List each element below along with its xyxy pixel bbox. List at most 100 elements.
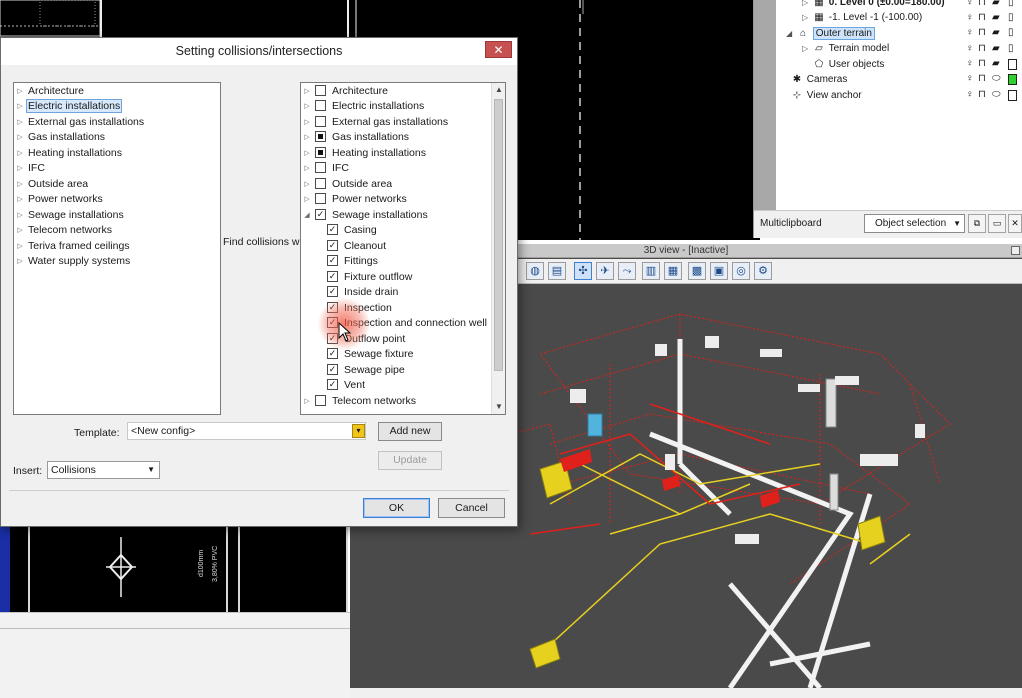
expand-icon[interactable]: ▷	[802, 10, 812, 25]
tree-row-toggles[interactable]: ♀ ⊓ ▰ ▯	[966, 0, 1022, 11]
tree-subitem[interactable]: ✓ Casing	[325, 223, 379, 238]
color-swatch[interactable]	[1008, 90, 1017, 101]
tree-item[interactable]: ▷ Heating installations	[301, 146, 428, 161]
bulb-icon[interactable]: ♀	[966, 27, 974, 38]
tree-item[interactable]: ▷ Outside area	[301, 177, 394, 192]
tree-row-toggles[interactable]: ♀ ⊓ ▰	[966, 57, 1022, 72]
tree-item[interactable]: ▷ Architecture	[301, 84, 390, 99]
layer-icon[interactable]: ▰	[992, 43, 1000, 54]
tree-row-toggles[interactable]: ♀ ⊓ ▰ ▯	[966, 26, 1022, 41]
edit-icon[interactable]: ▯	[1008, 0, 1014, 8]
expand-icon[interactable]: ▷	[802, 41, 812, 56]
expand-icon[interactable]: ▷	[301, 130, 313, 145]
delete-button[interactable]: ✕	[1008, 214, 1022, 233]
edit-icon[interactable]: ▯	[1008, 12, 1014, 23]
tree-item[interactable]: ▷ Gas installations	[301, 130, 411, 145]
list-item[interactable]: ▷ Heating installations	[14, 146, 124, 161]
paste-button[interactable]: ▭	[988, 214, 1006, 233]
checkbox-checked[interactable]: ✓	[327, 316, 338, 328]
tree-row-toggles[interactable]: ♀ ⊓ ▰ ▯	[966, 11, 1022, 26]
color-swatch[interactable]	[1008, 74, 1017, 85]
cad-drawing-bottom[interactable]: d100mm 3,80% PVC	[0, 527, 348, 612]
edit-icon[interactable]: ▯	[1008, 43, 1014, 54]
tree-subitem[interactable]: ✓ Sewage pipe	[325, 363, 407, 378]
orbit-icon[interactable]: ✣	[574, 262, 592, 280]
bulb-icon[interactable]: ♀	[966, 73, 974, 84]
section-icon[interactable]: ▦	[664, 262, 682, 280]
lock-icon[interactable]: ⊓	[978, 0, 986, 8]
lock-icon[interactable]: ⊓	[978, 89, 986, 100]
expand-icon[interactable]: ▷	[301, 146, 313, 161]
tree-subitem[interactable]: ✓ Sewage fixture	[325, 347, 415, 362]
expand-icon[interactable]: ▷	[301, 394, 313, 409]
render-icon[interactable]: ◍	[526, 262, 544, 280]
tree-subitem[interactable]: ✓ Inside drain	[325, 285, 400, 300]
checkbox-partial[interactable]	[315, 146, 326, 158]
list-item[interactable]: ▷ Gas installations	[14, 130, 107, 145]
expand-icon[interactable]: ▷	[802, 0, 812, 10]
checkbox-checked[interactable]: ✓	[327, 223, 338, 235]
cancel-button[interactable]: Cancel	[438, 498, 505, 518]
update-button[interactable]: Update	[378, 451, 442, 470]
checkbox[interactable]	[315, 192, 326, 204]
expand-icon[interactable]: ▷	[14, 254, 26, 269]
checkbox[interactable]	[315, 177, 326, 189]
checkbox-checked[interactable]: ✓	[327, 332, 338, 344]
expand-icon[interactable]: ▷	[14, 177, 26, 192]
walk-icon[interactable]: ⤳	[618, 262, 636, 280]
lock-icon[interactable]: ⊓	[978, 12, 986, 23]
copy-button[interactable]: ⧉	[968, 214, 986, 233]
tree-subitem[interactable]: ✓ Fittings	[325, 254, 380, 269]
close-icon[interactable]: ✕	[485, 41, 512, 58]
plan-icon[interactable]: ▣	[710, 262, 728, 280]
list-item[interactable]: ▷ External gas installations	[14, 115, 146, 130]
tree-row-toggles[interactable]: ♀ ⊓ ⬭	[966, 72, 1022, 87]
expand-icon[interactable]: ▷	[14, 239, 26, 254]
expand-icon[interactable]: ▷	[301, 84, 313, 99]
expand-icon[interactable]: ▷	[301, 177, 313, 192]
tree-item[interactable]: ▷ Electric installations	[301, 99, 426, 114]
display-settings-icon[interactable]: ▤	[548, 262, 566, 280]
color-swatch[interactable]	[1008, 59, 1017, 70]
checkbox-checked[interactable]: ✓	[327, 285, 338, 297]
list-item[interactable]: ▷ Water supply systems	[14, 254, 132, 269]
project-tree[interactable]: ▷ ▦ 0. Level 0 (±0.00=180.00) ▷ ▦ -1. Leve…	[776, 0, 1022, 210]
settings-icon[interactable]: ⚙	[754, 262, 772, 280]
bulb-icon[interactable]: ♀	[966, 89, 974, 100]
insert-dropdown[interactable]: Collisions ▼	[47, 461, 160, 479]
add-new-button[interactable]: Add new	[378, 422, 442, 441]
bulb-icon[interactable]: ♀	[966, 43, 974, 54]
source-category-list[interactable]: ▷ Architecture ▷ Electric installations ▷ E…	[13, 82, 221, 415]
template-input[interactable]: <New config>	[127, 422, 366, 440]
checkbox-checked[interactable]: ✓	[327, 347, 338, 359]
tree-item[interactable]: ▷ Telecom networks	[301, 394, 418, 409]
scroll-down-icon[interactable]: ▼	[492, 400, 505, 414]
maximize-icon[interactable]	[1011, 246, 1020, 255]
expand-icon[interactable]: ▷	[301, 99, 313, 114]
lock-icon[interactable]: ⊓	[978, 43, 986, 54]
checkbox-checked[interactable]: ✓	[327, 363, 338, 375]
tree-subitem[interactable]: ✓ Fixture outflow	[325, 270, 414, 285]
list-item[interactable]: ▷ Architecture	[14, 84, 86, 99]
checkbox[interactable]	[315, 161, 326, 173]
bulb-icon[interactable]: ♀	[966, 58, 974, 69]
checkbox-checked[interactable]: ✓	[327, 301, 338, 313]
tree-item[interactable]: ◢ ✓ Sewage installations	[301, 208, 430, 223]
fly-icon[interactable]: ✈	[596, 262, 614, 280]
tree-row-toggles[interactable]: ♀ ⊓ ⬭	[966, 88, 1022, 103]
checkbox-partial[interactable]	[315, 130, 326, 142]
expand-icon[interactable]: ▷	[14, 115, 26, 130]
expand-icon[interactable]: ▷	[301, 161, 313, 176]
checkbox-checked[interactable]: ✓	[327, 239, 338, 251]
expand-icon[interactable]: ▷	[14, 130, 26, 145]
expand-icon[interactable]: ▷	[301, 115, 313, 130]
target-category-tree[interactable]: ▷ Architecture ▷ Electric installations ▷ E…	[300, 82, 506, 415]
collapse-icon[interactable]: ◢	[786, 26, 796, 41]
eraser-icon[interactable]: ⬭	[992, 73, 1001, 84]
layer-icon[interactable]: ▰	[992, 0, 1000, 8]
checkbox[interactable]	[315, 394, 326, 406]
lock-icon[interactable]: ⊓	[978, 27, 986, 38]
list-item[interactable]: ▷ Telecom networks	[14, 223, 114, 238]
tree-item[interactable]: ▷ External gas installations	[301, 115, 450, 130]
lock-icon[interactable]: ⊓	[978, 73, 986, 84]
